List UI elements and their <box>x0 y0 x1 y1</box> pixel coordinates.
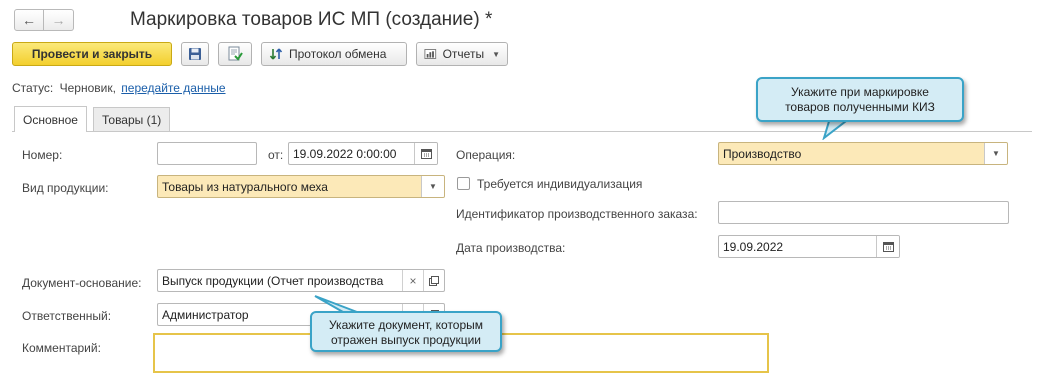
exchange-protocol-label: Протокол обмена <box>289 47 387 61</box>
base-document-label: Документ-основание: <box>22 276 142 290</box>
chevron-down-icon[interactable]: ▼ <box>421 176 444 197</box>
callout-doc: Укажите документ, которым отражен выпуск… <box>310 311 502 352</box>
base-document-field[interactable]: Выпуск продукции (Отчет производства × <box>157 269 445 292</box>
back-button[interactable]: ← <box>14 9 44 31</box>
post-button[interactable] <box>218 42 252 66</box>
arrow-left-icon: ← <box>22 12 36 28</box>
product-type-select[interactable]: Товары из натурального меха ▼ <box>157 175 445 198</box>
send-data-link[interactable]: передайте данные <box>121 81 225 95</box>
callout-doc-line1: Укажите документ, которым <box>328 318 484 332</box>
callout-kiz-line2: товаров полученными КИЗ <box>785 100 935 114</box>
callout-kiz-line1: Укажите при маркировке <box>791 85 929 99</box>
exchange-icon <box>269 48 283 60</box>
chevron-down-icon: ▼ <box>492 49 500 59</box>
operation-label: Операция: <box>456 148 516 162</box>
responsible-label: Ответственный: <box>22 309 112 323</box>
save-icon <box>189 48 201 60</box>
save-button[interactable] <box>181 42 209 66</box>
individualization-checkbox[interactable] <box>457 177 470 190</box>
tab-goods[interactable]: Товары (1) <box>93 107 171 131</box>
tabs-divider <box>12 131 1032 132</box>
post-and-close-button[interactable]: Провести и закрыть <box>12 42 172 66</box>
date-label: от: <box>268 148 284 162</box>
product-type-label: Вид продукции: <box>22 181 109 195</box>
chevron-down-icon[interactable]: ▼ <box>984 143 1007 164</box>
production-order-field[interactable] <box>718 201 1009 224</box>
number-field[interactable] <box>157 142 257 165</box>
reports-label: Отчеты <box>442 47 485 61</box>
date-field[interactable]: 19.09.2022 0:00:00 <box>288 142 438 165</box>
post-document-icon <box>228 46 243 61</box>
operation-select[interactable]: Производство ▼ <box>718 142 1008 165</box>
status-value: Черновик, <box>59 81 116 95</box>
exchange-protocol-button[interactable]: Протокол обмена <box>261 42 407 66</box>
forward-button[interactable]: → <box>44 9 74 31</box>
callout-doc-line2: отражен выпуск продукции <box>331 333 481 347</box>
tab-main[interactable]: Основное <box>14 106 87 132</box>
status-label: Статус: <box>12 81 54 95</box>
number-label: Номер: <box>22 148 63 162</box>
clear-icon[interactable]: × <box>402 270 423 291</box>
callout-kiz: Укажите при маркировке товаров полученны… <box>756 77 964 122</box>
comment-label: Комментарий: <box>22 341 101 355</box>
reports-icon <box>424 49 437 59</box>
calendar-icon[interactable] <box>876 236 899 257</box>
reports-menu-button[interactable]: Отчеты ▼ <box>416 42 508 66</box>
production-date-field[interactable]: 19.09.2022 <box>718 235 900 258</box>
production-order-label: Идентификатор производственного заказа: <box>456 207 698 221</box>
open-icon[interactable] <box>423 270 444 291</box>
arrow-right-icon: → <box>51 12 66 28</box>
individualization-label: Требуется индивидуализация <box>477 177 643 191</box>
page-title: Маркировка товаров ИС МП (создание) * <box>130 9 493 30</box>
calendar-icon[interactable] <box>414 143 437 164</box>
production-date-label: Дата производства: <box>456 241 566 255</box>
status-line: Статус: Черновик, передайте данные <box>12 81 226 95</box>
